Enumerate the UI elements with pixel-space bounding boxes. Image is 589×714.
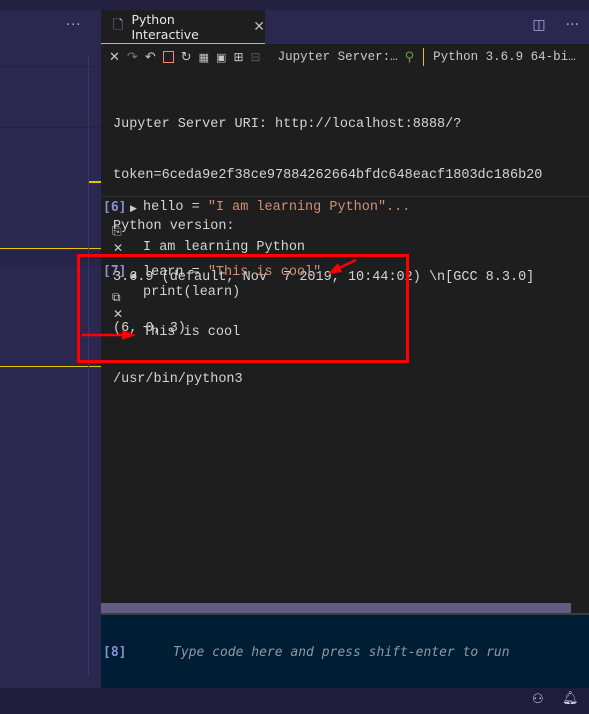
arrow-to-string — [328, 258, 357, 274]
status-bar: ⚇ 🔔︎ — [0, 688, 589, 714]
bell-icon[interactable]: 🔔︎ — [562, 691, 579, 706]
code-input[interactable]: Type code here and press shift-enter to … — [173, 645, 510, 660]
feedback-icon[interactable]: ⚇ — [532, 692, 544, 707]
input-cell-number: [8] — [103, 645, 127, 660]
arrow-to-output — [82, 330, 136, 340]
horizontal-scrollbar[interactable] — [101, 603, 571, 613]
